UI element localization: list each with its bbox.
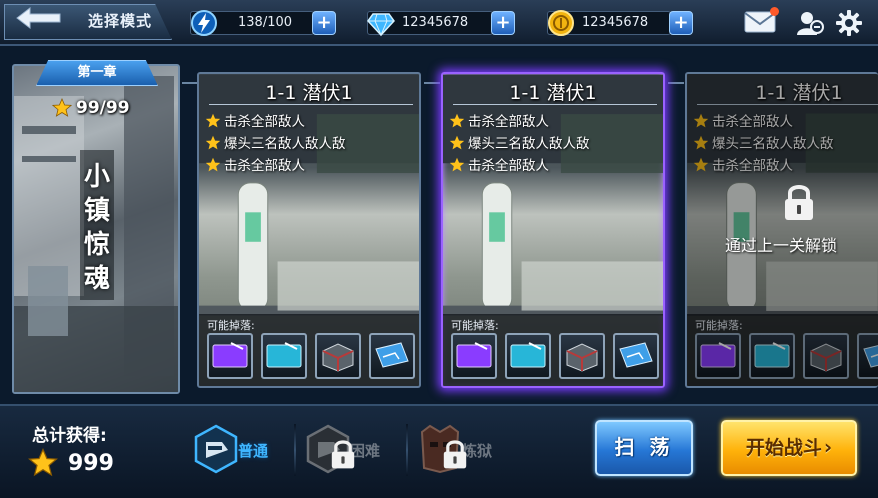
title-divider: [453, 104, 657, 105]
coin-resource: 12345678 +: [547, 9, 695, 37]
energy-add-button[interactable]: +: [312, 11, 336, 35]
supply-crate-icon: [566, 343, 598, 372]
objective: 击杀全部敌人: [449, 154, 549, 174]
objective: 爆头三名敌人敌人敌: [449, 132, 590, 152]
card-connector: [424, 82, 440, 90]
mail-notification-dot: [770, 7, 779, 16]
level-card[interactable]: 1-1 潜伏1 击杀全部敌人 爆头三名敌人敌人敌 击杀全部敌人 可能掉落:: [197, 72, 421, 388]
drop-item[interactable]: [315, 333, 361, 379]
friends-icon[interactable]: [796, 9, 826, 37]
coin-value: 12345678: [582, 15, 649, 30]
star-icon: [205, 113, 221, 128]
purple-card-icon: [456, 342, 492, 368]
star-icon: [52, 98, 72, 117]
divider: [294, 424, 296, 476]
diamond-resource: 12345678 +: [367, 9, 517, 37]
chapter-star-count: 99/99: [76, 98, 130, 118]
total-reward-label: 总计获得:: [32, 426, 107, 446]
energy-icon: [191, 10, 217, 36]
chevron-right-icon: ›: [823, 435, 833, 459]
blue-card-icon: [510, 342, 546, 368]
coin-icon: [548, 10, 574, 36]
locked-overlay: [687, 74, 878, 386]
objective: 击杀全部敌人: [449, 110, 549, 130]
diamond-add-button[interactable]: +: [491, 11, 515, 35]
energy-resource: 138/100 +: [190, 9, 338, 37]
energy-value: 138/100: [238, 15, 293, 30]
drop-item[interactable]: [505, 333, 551, 379]
drop-item[interactable]: [613, 333, 659, 379]
padlock-icon: [331, 440, 355, 469]
objective-text: 击杀全部敌人: [468, 158, 549, 174]
objective-text: 爆头三名敌人敌人敌: [224, 136, 346, 152]
back-arrow-icon[interactable]: [16, 7, 62, 29]
objective-text: 击杀全部敌人: [468, 114, 549, 130]
level-title: 1-1 潜伏1: [265, 82, 353, 104]
settings-gear-icon[interactable]: [835, 9, 863, 37]
card-connector: [668, 82, 684, 90]
diamond-value: 12345678: [402, 15, 469, 30]
purple-card-icon: [212, 342, 248, 368]
drop-item[interactable]: [207, 333, 253, 379]
blueprint-icon: [619, 342, 653, 368]
start-battle-label: 开始战斗: [745, 437, 822, 459]
chapter-title-char: 魂: [83, 264, 110, 294]
star-icon: [205, 157, 221, 172]
supply-crate-icon: [322, 343, 354, 372]
drop-item[interactable]: [451, 333, 497, 379]
padlock-icon: [443, 440, 467, 469]
drops-label: 可能掉落:: [207, 319, 255, 332]
chapter-title: 小 镇 惊 魂: [80, 160, 114, 296]
start-battle-button[interactable]: 开始战斗 ›: [721, 420, 857, 476]
sweep-button[interactable]: 扫 荡: [595, 420, 693, 476]
difficulty-normal-label: 普通: [238, 442, 269, 460]
blueprint-icon: [375, 342, 409, 368]
drops-label: 可能掉落:: [451, 319, 499, 332]
difficulty-normal-button[interactable]: 普通: [186, 418, 296, 480]
difficulty-hell-button[interactable]: 炼狱: [410, 418, 520, 480]
chapter-tab: 第一章: [36, 60, 158, 86]
difficulty-hard-button[interactable]: 困难: [298, 418, 408, 480]
drop-item[interactable]: [261, 333, 307, 379]
coin-add-button[interactable]: +: [669, 11, 693, 35]
unlock-hint: 通过上一关解锁: [724, 236, 837, 255]
chapter-title-char: 惊: [83, 230, 110, 260]
normal-difficulty-emblem-icon: [194, 424, 238, 474]
blue-card-icon: [266, 342, 302, 368]
objective-text: 击杀全部敌人: [224, 114, 305, 130]
padlock-icon: [785, 185, 813, 220]
chapter-title-char: 镇: [83, 196, 110, 226]
card-connector: [182, 82, 198, 90]
objective-text: 爆头三名敌人敌人敌: [468, 136, 590, 152]
chapter-title-char: 小: [83, 162, 110, 192]
divider: [406, 424, 408, 476]
star-icon: [449, 135, 465, 150]
level-card-selected[interactable]: 1-1 潜伏1 击杀全部敌人 爆头三名敌人敌人敌 击杀全部敌人 可能掉落:: [441, 72, 665, 388]
drop-item[interactable]: [369, 333, 415, 379]
title-divider: [209, 104, 413, 105]
star-icon: [28, 448, 58, 477]
level-card-locked[interactable]: 1-1 潜伏1 击杀全部敌人 爆头三名敌人敌人敌 击杀全部敌人 可能掉落: 通过…: [685, 72, 878, 388]
objective-text: 击杀全部敌人: [224, 158, 305, 174]
objective: 击杀全部敌人: [205, 110, 305, 130]
mode-select-label: 选择模式: [88, 12, 153, 30]
objective: 爆头三名敌人敌人敌: [205, 132, 346, 152]
total-reward-value: 999: [68, 451, 114, 476]
diamond-icon: [367, 13, 395, 37]
star-icon: [205, 135, 221, 150]
drop-item[interactable]: [559, 333, 605, 379]
star-icon: [449, 157, 465, 172]
level-title: 1-1 潜伏1: [509, 82, 597, 104]
star-icon: [449, 113, 465, 128]
objective: 击杀全部敌人: [205, 154, 305, 174]
